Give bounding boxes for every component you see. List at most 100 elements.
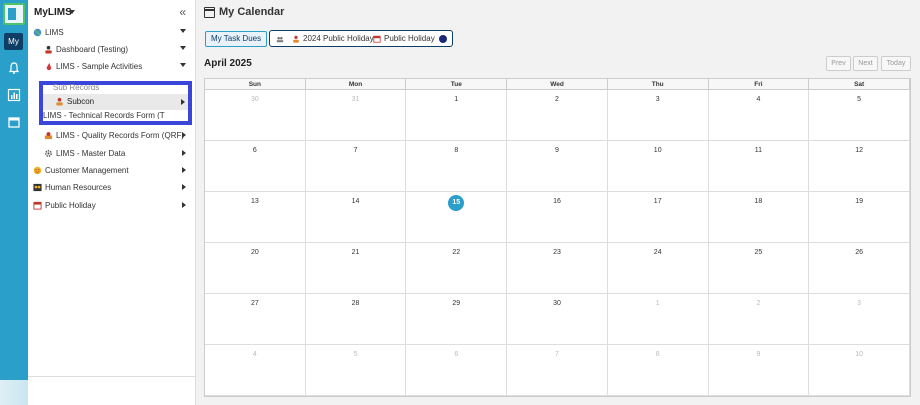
day-number[interactable]: 7 — [306, 147, 406, 154]
holiday-filter-chip[interactable]: 2024 Public Holiday Public Holiday — [269, 30, 453, 47]
sidebar-item-public-holiday[interactable]: Public Holiday — [28, 197, 196, 214]
calendar-day-cell[interactable]: 16 — [507, 192, 608, 243]
calendar-day-cell[interactable]: 1 — [607, 294, 709, 345]
calendar-day-cell[interactable]: 7 — [305, 141, 407, 192]
calendar-day-cell[interactable]: 9 — [507, 141, 608, 192]
calendar-day-cell[interactable]: 22 — [406, 243, 508, 294]
day-number[interactable]: 30 — [507, 300, 607, 307]
calendar-day-cell[interactable]: 3 — [809, 294, 910, 345]
chevron-right-icon[interactable] — [181, 99, 185, 105]
day-number[interactable]: 4 — [205, 351, 305, 358]
calendar-day-cell[interactable]: 17 — [607, 192, 709, 243]
calendar-day-cell[interactable]: 8 — [607, 345, 709, 396]
day-number[interactable]: 3 — [809, 300, 909, 307]
chevron-right-icon[interactable] — [182, 150, 186, 156]
sidebar-item-master-data[interactable]: LIMS - Master Data — [28, 145, 196, 162]
day-number[interactable]: 5 — [809, 96, 909, 103]
day-number[interactable]: 18 — [709, 198, 809, 205]
day-number[interactable]: 29 — [406, 300, 506, 307]
chevron-right-icon[interactable] — [182, 167, 186, 173]
calendar-day-cell[interactable]: 23 — [507, 243, 608, 294]
calendar-day-cell[interactable]: 30 — [205, 90, 306, 141]
day-number[interactable]: 9 — [709, 351, 809, 358]
calendar-day-cell[interactable]: 27 — [205, 294, 306, 345]
chevron-down-icon[interactable] — [180, 46, 186, 50]
day-number[interactable]: 20 — [205, 249, 305, 256]
day-number[interactable]: 10 — [809, 351, 909, 358]
day-number[interactable]: 27 — [205, 300, 305, 307]
day-number[interactable]: 7 — [507, 351, 607, 358]
day-number[interactable]: 10 — [608, 147, 708, 154]
calendar-day-cell[interactable]: 6 — [406, 345, 508, 396]
day-number[interactable]: 28 — [306, 300, 406, 307]
calendar-day-cell[interactable]: 15 — [406, 192, 508, 243]
calendar-day-cell[interactable]: 21 — [305, 243, 407, 294]
bar-chart-icon[interactable] — [7, 88, 21, 102]
day-number[interactable]: 6 — [406, 351, 506, 358]
sidebar-item-human-resources[interactable]: Human Resources — [28, 179, 196, 196]
calendar-day-cell[interactable]: 24 — [607, 243, 709, 294]
day-number[interactable]: 30 — [205, 96, 305, 103]
calendar-day-cell[interactable]: 31 — [305, 90, 407, 141]
my-task-dues-button[interactable]: My Task Dues — [205, 31, 268, 47]
day-number[interactable]: 11 — [709, 147, 809, 154]
submenu-item-partial[interactable]: Sub Records — [53, 83, 173, 91]
calendar-day-cell[interactable]: 8 — [406, 141, 508, 192]
calendar-day-cell[interactable]: 3 — [607, 90, 709, 141]
calendar-day-cell[interactable]: 6 — [205, 141, 306, 192]
day-number[interactable]: 26 — [809, 249, 909, 256]
day-number[interactable]: 12 — [809, 147, 909, 154]
day-number[interactable]: 13 — [205, 198, 305, 205]
bell-icon[interactable] — [7, 61, 21, 75]
calendar-day-cell[interactable]: 10 — [809, 345, 910, 396]
calendar-day-cell[interactable]: 20 — [205, 243, 306, 294]
day-number[interactable]: 31 — [306, 96, 406, 103]
collapse-sidebar-icon[interactable]: « — [179, 5, 186, 19]
calendar-day-cell[interactable]: 13 — [205, 192, 306, 243]
day-number[interactable]: 2 — [709, 300, 809, 307]
submenu-item-subcon[interactable]: Subcon — [43, 94, 188, 110]
today-button[interactable]: Today — [881, 56, 911, 71]
day-number[interactable]: 22 — [406, 249, 506, 256]
calendar-day-cell[interactable]: 26 — [809, 243, 910, 294]
day-number[interactable]: 21 — [306, 249, 406, 256]
calendar-day-cell[interactable]: 30 — [507, 294, 608, 345]
app-logo-icon[interactable] — [3, 3, 25, 25]
calendar-day-cell[interactable]: 29 — [406, 294, 508, 345]
calendar-day-cell[interactable]: 10 — [607, 141, 709, 192]
calendar-day-cell[interactable]: 12 — [809, 141, 910, 192]
day-number[interactable]: 1 — [406, 96, 506, 103]
day-number[interactable]: 8 — [406, 147, 506, 154]
day-number[interactable]: 16 — [507, 198, 607, 205]
day-number[interactable]: 14 — [306, 198, 406, 205]
day-number[interactable]: 25 — [709, 249, 809, 256]
calendar-day-cell[interactable]: 28 — [305, 294, 407, 345]
day-number[interactable]: 23 — [507, 249, 607, 256]
day-number[interactable]: 9 — [507, 147, 607, 154]
chevron-right-icon[interactable] — [182, 202, 186, 208]
calendar-day-cell[interactable]: 7 — [507, 345, 608, 396]
calendar-day-cell[interactable]: 2 — [708, 294, 810, 345]
day-number[interactable]: 8 — [608, 351, 708, 358]
calendar-day-cell[interactable]: 5 — [809, 90, 910, 141]
calendar-day-cell[interactable]: 14 — [305, 192, 407, 243]
day-number[interactable]: 1 — [608, 300, 708, 307]
sidebar-item-qrf[interactable]: LIMS - Quality Records Form (QRF) — [28, 127, 196, 144]
calendar-nav-icon[interactable] — [7, 115, 21, 129]
my-workspace-button[interactable]: My — [4, 33, 23, 50]
day-number[interactable]: 6 — [205, 147, 305, 154]
calendar-day-cell[interactable]: 18 — [708, 192, 810, 243]
calendar-day-cell[interactable]: 9 — [708, 345, 810, 396]
day-number[interactable]: 19 — [809, 198, 909, 205]
day-number[interactable]: 15 — [448, 195, 465, 211]
app-title[interactable]: MyLIMS — [34, 7, 72, 18]
calendar-day-cell[interactable]: 2 — [507, 90, 608, 141]
chevron-down-icon[interactable] — [69, 10, 75, 14]
calendar-day-cell[interactable]: 4 — [205, 345, 306, 396]
chevron-down-icon[interactable] — [180, 29, 186, 33]
calendar-day-cell[interactable]: 11 — [708, 141, 810, 192]
chevron-right-icon[interactable] — [182, 184, 186, 190]
day-number[interactable]: 2 — [507, 96, 607, 103]
sidebar-item-sample-activities[interactable]: LIMS - Sample Activities — [28, 58, 196, 75]
chevron-down-icon[interactable] — [180, 63, 186, 67]
